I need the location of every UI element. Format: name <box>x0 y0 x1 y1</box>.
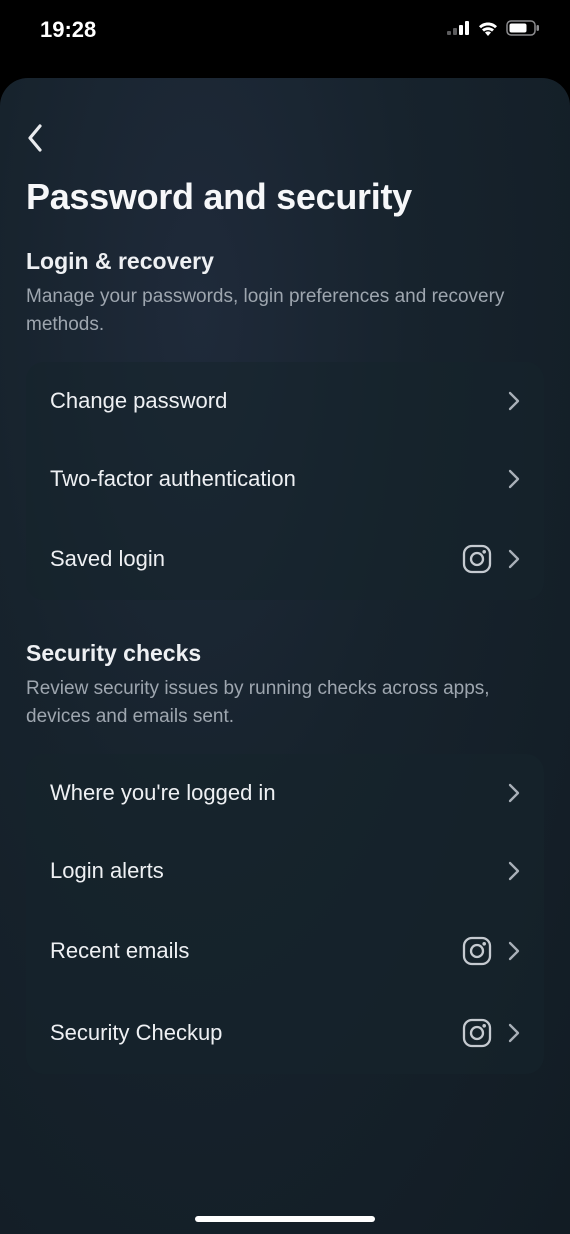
chevron-right-icon <box>508 549 520 569</box>
login-alerts-item[interactable]: Login alerts <box>26 832 544 910</box>
item-label: Where you're logged in <box>50 780 276 806</box>
two-factor-item[interactable]: Two-factor authentication <box>26 440 544 518</box>
home-indicator[interactable] <box>195 1216 375 1222</box>
settings-sheet: Password and security Login & recovery M… <box>0 78 570 1234</box>
cellular-icon <box>447 21 470 40</box>
change-password-item[interactable]: Change password <box>26 362 544 440</box>
item-label: Recent emails <box>50 938 189 964</box>
section-security-desc: Review security issues by running checks… <box>26 675 544 730</box>
status-icons <box>447 20 540 41</box>
status-bar: 19:28 <box>0 0 570 60</box>
wifi-icon <box>477 20 499 41</box>
instagram-icon <box>462 936 492 966</box>
item-label: Two-factor authentication <box>50 466 296 492</box>
item-label: Login alerts <box>50 858 164 884</box>
page-title: Password and security <box>26 176 544 218</box>
recent-emails-item[interactable]: Recent emails <box>26 910 544 992</box>
item-label: Security Checkup <box>50 1020 222 1046</box>
chevron-right-icon <box>508 783 520 803</box>
status-time: 19:28 <box>40 17 96 43</box>
login-list: Change password Two-factor authenticatio… <box>26 362 544 600</box>
security-list: Where you're logged in Login alerts Rece… <box>26 754 544 1074</box>
chevron-right-icon <box>508 1023 520 1043</box>
chevron-right-icon <box>508 941 520 961</box>
chevron-right-icon <box>508 469 520 489</box>
section-login-title: Login & recovery <box>26 248 544 275</box>
item-label: Saved login <box>50 546 165 572</box>
where-logged-in-item[interactable]: Where you're logged in <box>26 754 544 832</box>
back-button[interactable] <box>26 118 66 158</box>
section-login-desc: Manage your passwords, login preferences… <box>26 283 544 338</box>
saved-login-item[interactable]: Saved login <box>26 518 544 600</box>
chevron-left-icon <box>26 123 43 153</box>
chevron-right-icon <box>508 861 520 881</box>
item-label: Change password <box>50 388 227 414</box>
battery-icon <box>506 20 540 41</box>
section-security-title: Security checks <box>26 640 544 667</box>
chevron-right-icon <box>508 391 520 411</box>
instagram-icon <box>462 1018 492 1048</box>
security-checkup-item[interactable]: Security Checkup <box>26 992 544 1074</box>
instagram-icon <box>462 544 492 574</box>
